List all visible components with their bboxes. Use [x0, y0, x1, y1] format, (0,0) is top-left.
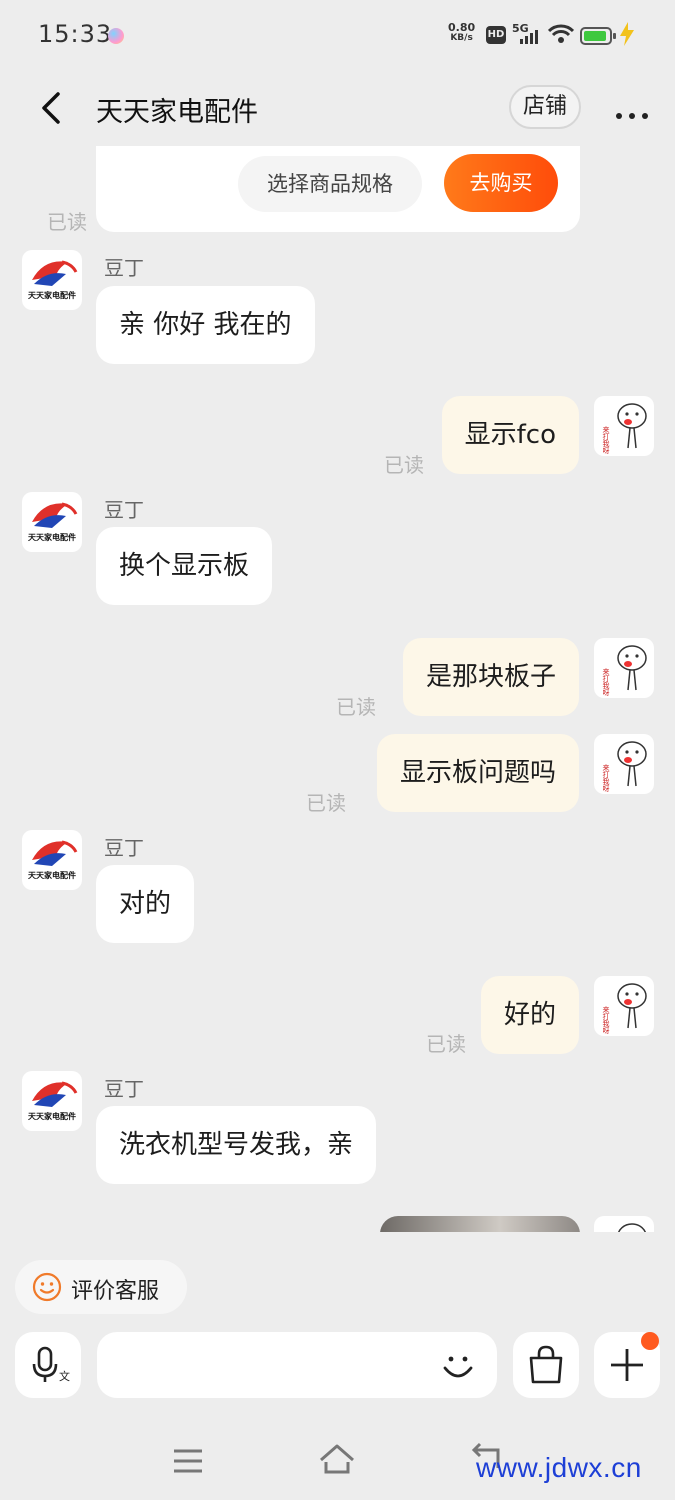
- message-bubble[interactable]: 洗衣机型号发我，亲: [96, 1106, 377, 1184]
- message-bubble[interactable]: 好的: [480, 976, 579, 1054]
- user-sticker-icon: 来打我呀: [602, 741, 647, 792]
- notification-badge: [641, 1332, 659, 1350]
- image-message[interactable]: [380, 1216, 580, 1232]
- page-title: 天天家电配件: [96, 97, 258, 128]
- message-bubble[interactable]: 是那块板子: [402, 638, 579, 716]
- battery-icon: [580, 27, 616, 45]
- watermark: www.jdwx.cn: [476, 1452, 642, 1483]
- notification-icon: [108, 28, 124, 44]
- buy-button[interactable]: 去购买: [444, 154, 558, 212]
- select-spec-button[interactable]: 选择商品规格: [238, 156, 422, 212]
- rate-service-button[interactable]: 评价客服: [15, 1260, 187, 1314]
- svg-text:来打我呀: 来打我呀: [602, 1006, 610, 1034]
- home-icon[interactable]: [318, 1442, 356, 1476]
- rate-service-label: 评价客服: [71, 1279, 160, 1304]
- chat-header: 天天家电配件 店铺: [0, 70, 675, 146]
- product-card[interactable]: 选择商品规格 去购买: [96, 146, 580, 232]
- sender-name: 豆丁: [104, 836, 144, 860]
- shopping-bag-icon: [529, 1345, 563, 1384]
- svg-text:天天家电配件: 天天家电配件: [28, 870, 76, 880]
- user-avatar[interactable]: 来打我呀: [594, 396, 654, 456]
- message-bubble[interactable]: 显示板问题吗: [376, 734, 579, 812]
- back-icon[interactable]: [36, 88, 66, 128]
- read-receipt: 已读: [336, 695, 376, 719]
- sender-name: 豆丁: [104, 1077, 144, 1101]
- input-bar: 文: [0, 1330, 675, 1400]
- svg-text:天天家电配件: 天天家电配件: [28, 532, 76, 542]
- svg-text:来打我呀: 来打我呀: [602, 426, 610, 454]
- network-speed-unit: KB/s: [450, 33, 473, 43]
- svg-text:天天家电配件: 天天家电配件: [28, 1111, 76, 1121]
- menu-icon[interactable]: [172, 1448, 204, 1474]
- shop-logo-icon: 天天家电配件: [28, 840, 78, 880]
- shop-avatar[interactable]: 天天家电配件: [22, 250, 82, 310]
- chat-messages[interactable]: 选择商品规格 去购买 已读 天天家电配件 豆丁 亲 你好 我在的 来打我呀 显示…: [0, 146, 675, 1232]
- user-avatar[interactable]: 来打我呀: [594, 734, 654, 794]
- message-bubble[interactable]: 换个显示板: [96, 527, 273, 605]
- message-input[interactable]: [97, 1332, 497, 1398]
- hd-icon: HD: [486, 26, 506, 44]
- network-speed-value: 0.80: [448, 21, 476, 34]
- shop-logo-icon: 天天家电配件: [28, 260, 78, 300]
- svg-text:来打我呀: 来打我呀: [602, 668, 610, 696]
- read-receipt: 已读: [384, 453, 424, 477]
- user-avatar[interactable]: 来打我呀: [594, 976, 654, 1036]
- signal-icon: [520, 30, 538, 44]
- shop-avatar[interactable]: 天天家电配件: [22, 492, 82, 552]
- read-receipt: 已读: [426, 1032, 466, 1056]
- svg-text:天天家电配件: 天天家电配件: [28, 290, 76, 300]
- sender-name: 豆丁: [104, 498, 144, 522]
- read-receipt: 已读: [47, 210, 87, 234]
- microphone-icon: 文: [32, 1346, 70, 1383]
- shop-logo-icon: 天天家电配件: [28, 1081, 78, 1121]
- shop-logo-icon: 天天家电配件: [28, 502, 78, 542]
- shop-avatar[interactable]: 天天家电配件: [22, 830, 82, 890]
- message-bubble[interactable]: 对的: [96, 865, 195, 943]
- charging-icon: [620, 22, 634, 46]
- shop-avatar[interactable]: 天天家电配件: [22, 1071, 82, 1131]
- emoji-icon[interactable]: [440, 1348, 476, 1384]
- voice-to-text-button[interactable]: 文: [15, 1332, 81, 1398]
- user-sticker-icon: 来打我呀: [602, 645, 647, 696]
- user-sticker-icon: 来打我呀: [602, 403, 647, 454]
- user-sticker-icon: 来打我呀: [602, 983, 647, 1034]
- smiley-icon: [32, 1272, 62, 1302]
- more-icon[interactable]: [616, 104, 656, 119]
- user-sticker-icon: [617, 1223, 647, 1232]
- status-time: 15:33: [38, 20, 113, 48]
- svg-text:文: 文: [59, 1369, 70, 1383]
- sender-name: 豆丁: [104, 256, 144, 280]
- svg-text:来打我呀: 来打我呀: [602, 764, 610, 792]
- user-avatar[interactable]: 来打我呀: [594, 638, 654, 698]
- read-receipt: 已读: [306, 791, 346, 815]
- network-speed: 0.80 KB/s: [448, 22, 475, 44]
- message-bubble[interactable]: 亲 你好 我在的: [96, 286, 315, 364]
- shop-button[interactable]: 店铺: [509, 85, 581, 129]
- message-bubble[interactable]: 显示fco: [441, 396, 579, 474]
- product-bag-button[interactable]: [513, 1332, 579, 1398]
- user-avatar[interactable]: [594, 1216, 654, 1232]
- wifi-icon: [548, 24, 574, 43]
- status-bar: 15:33 0.80 KB/s HD 5G: [0, 0, 675, 70]
